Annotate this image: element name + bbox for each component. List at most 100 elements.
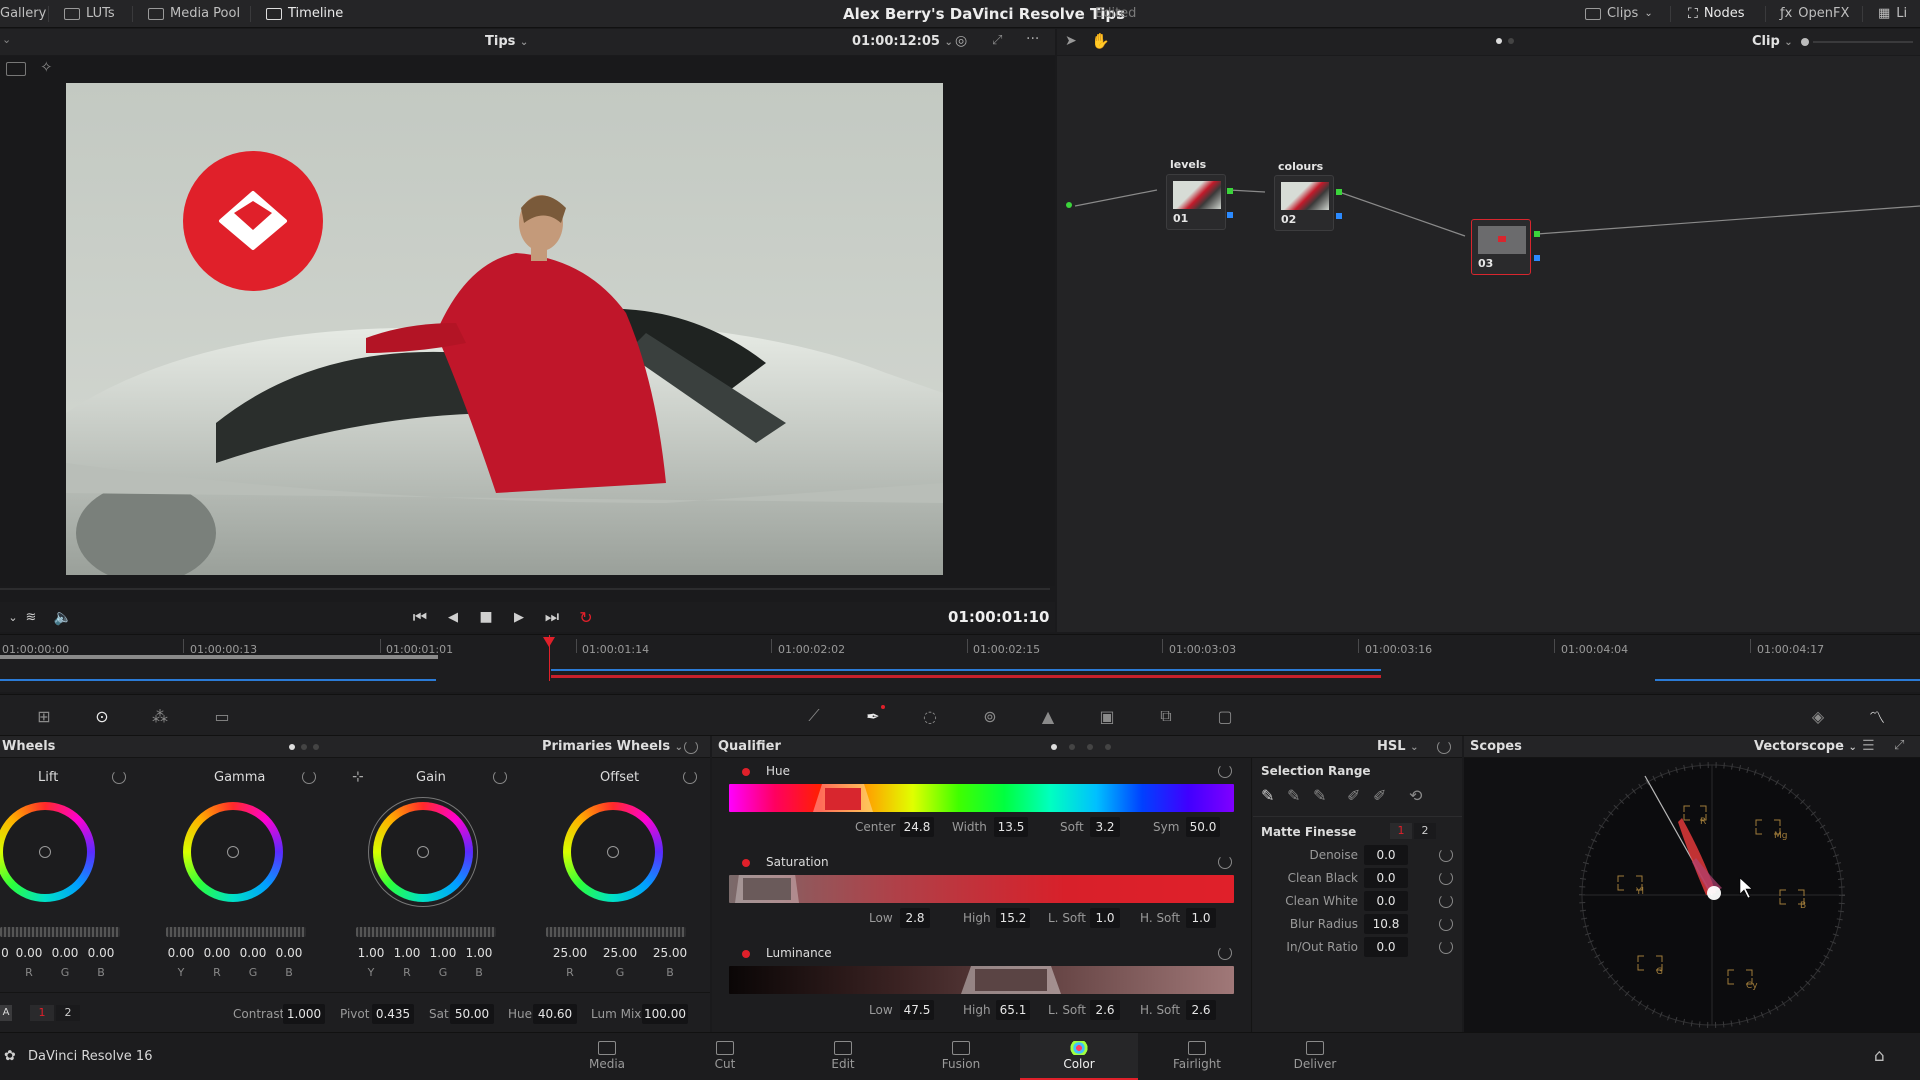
- reset-icon[interactable]: [683, 770, 697, 784]
- node-output-port[interactable]: [1336, 189, 1342, 195]
- node-key-port[interactable]: [1336, 213, 1342, 219]
- gain-master-wheel[interactable]: [356, 927, 496, 937]
- matte-finesse-page-1[interactable]: 1: [1390, 823, 1412, 839]
- crosshair-icon[interactable]: ⊹: [352, 769, 364, 785]
- saturation-lsoft-field[interactable]: 1.0: [1090, 908, 1120, 928]
- hue-width-field[interactable]: 13.5: [994, 817, 1028, 837]
- hue-soft-field[interactable]: 3.2: [1090, 817, 1120, 837]
- gain-value-g[interactable]: 1.00: [426, 946, 460, 960]
- keyframes-icon[interactable]: ◈: [1798, 695, 1838, 737]
- nodes-button[interactable]: ⛶ Nodes: [1688, 0, 1745, 28]
- matte-finesse-page-2[interactable]: 2: [1414, 823, 1436, 839]
- blur-radius-field[interactable]: 10.8: [1364, 914, 1408, 934]
- lum-mix-field[interactable]: 100.00: [642, 1004, 688, 1024]
- reset-icon[interactable]: [1439, 917, 1453, 931]
- gain-wheel[interactable]: [373, 802, 473, 902]
- sizing-icon[interactable]: ⧉: [1146, 695, 1186, 737]
- scope-settings-icon[interactable]: ☰: [1862, 738, 1875, 754]
- saturation-high-field[interactable]: 15.2: [996, 908, 1030, 928]
- magic-wand-icon[interactable]: ✧: [40, 58, 53, 76]
- page-tab-color[interactable]: Color: [1020, 1033, 1138, 1080]
- lift-value-r[interactable]: 0.00: [12, 946, 46, 960]
- luminance-lsoft-field[interactable]: 2.6: [1090, 1000, 1120, 1020]
- qualifier-mode-selector[interactable]: HSL ⌄: [1377, 739, 1418, 754]
- reset-icon[interactable]: [1218, 946, 1232, 960]
- node-output-port[interactable]: [1227, 188, 1233, 194]
- offset-value-b[interactable]: 25.00: [651, 946, 689, 960]
- more-options-icon[interactable]: ···: [1026, 31, 1039, 47]
- hue-sym-field[interactable]: 50.0: [1186, 817, 1220, 837]
- reset-icon[interactable]: [1439, 871, 1453, 885]
- gamma-value-b[interactable]: 0.00: [272, 946, 306, 960]
- 3d-icon[interactable]: ▢: [1205, 695, 1245, 737]
- gamma-value-g[interactable]: 0.00: [236, 946, 270, 960]
- clips-button[interactable]: Clips ⌄: [1585, 0, 1653, 28]
- pivot-field[interactable]: 0.435: [372, 1004, 414, 1024]
- page-1-button[interactable]: 1: [30, 1005, 54, 1021]
- hue-enable-toggle[interactable]: [742, 768, 750, 776]
- contrast-field[interactable]: 1.000: [283, 1004, 325, 1024]
- lift-value-b[interactable]: 0.00: [84, 946, 118, 960]
- page-tab-deliver[interactable]: Deliver: [1256, 1033, 1374, 1080]
- page-tab-fairlight[interactable]: Fairlight: [1138, 1033, 1256, 1080]
- page-a-button[interactable]: A: [0, 1005, 12, 1021]
- speaker-icon[interactable]: 🔈: [50, 602, 76, 632]
- reset-icon[interactable]: [1439, 848, 1453, 862]
- page-tab-edit[interactable]: Edit: [784, 1033, 902, 1080]
- saturation-range-bar[interactable]: [729, 875, 1234, 903]
- go-to-end-icon[interactable]: ⏭: [539, 602, 565, 632]
- tracker-icon[interactable]: ⊚: [970, 695, 1010, 737]
- chevron-down-icon[interactable]: ⌄: [2, 33, 11, 46]
- layers-icon[interactable]: ≋: [18, 602, 44, 632]
- gamma-value-y[interactable]: 0.00: [164, 946, 198, 960]
- reset-icon[interactable]: [1439, 894, 1453, 908]
- node-key-port[interactable]: [1534, 255, 1540, 261]
- picker-plus-icon[interactable]: ✎: [1313, 786, 1326, 805]
- offset-value-g[interactable]: 25.00: [601, 946, 639, 960]
- home-icon[interactable]: ⌂: [1874, 1046, 1885, 1066]
- lift-value-g[interactable]: 0.00: [48, 946, 82, 960]
- hue-field[interactable]: 40.60: [533, 1004, 577, 1024]
- gamma-value-r[interactable]: 0.00: [200, 946, 234, 960]
- page-tab-media[interactable]: Media: [548, 1033, 666, 1080]
- rgb-mixer-icon[interactable]: ⁂: [140, 695, 180, 737]
- reset-icon[interactable]: [1218, 855, 1232, 869]
- zoom-slider-track[interactable]: [1813, 41, 1913, 43]
- hue-range-bar[interactable]: [729, 784, 1234, 812]
- color-wheels-icon[interactable]: ⊙: [82, 695, 122, 737]
- lift-master-wheel[interactable]: [0, 927, 120, 937]
- lightbox-button[interactable]: ▦ Li: [1878, 0, 1907, 28]
- offset-wheel[interactable]: [563, 802, 663, 902]
- go-to-start-icon[interactable]: ⏮: [407, 602, 433, 632]
- gamma-wheel[interactable]: [183, 802, 283, 902]
- node-key-port[interactable]: [1227, 212, 1233, 218]
- viewer-scrubber[interactable]: [0, 588, 1050, 590]
- clean-black-field[interactable]: 0.0: [1364, 868, 1408, 888]
- blur-icon[interactable]: ▲: [1028, 695, 1068, 737]
- gamma-master-wheel[interactable]: [166, 927, 306, 937]
- wheel-center-handle[interactable]: [39, 846, 51, 858]
- vectorscope[interactable]: R Mg B Cy G Yl: [1464, 758, 1920, 1032]
- media-pool-button[interactable]: Media Pool: [148, 0, 240, 28]
- node-output-port[interactable]: [1534, 231, 1540, 237]
- denoise-field[interactable]: 0.0: [1364, 845, 1408, 865]
- gallery-button[interactable]: Gallery: [0, 0, 46, 28]
- picker-icon[interactable]: ✎: [1261, 786, 1274, 805]
- key-icon[interactable]: ▣: [1087, 695, 1127, 737]
- offset-master-wheel[interactable]: [546, 927, 686, 937]
- node-editor[interactable]: levels 01 colours 02 03: [1057, 56, 1920, 632]
- wheel-center-handle[interactable]: [417, 846, 429, 858]
- expand-icon[interactable]: ⤢: [1894, 738, 1904, 753]
- page-2-button[interactable]: 2: [56, 1005, 80, 1021]
- play-reverse-icon[interactable]: ◀: [440, 602, 466, 632]
- hand-icon[interactable]: ✋: [1091, 32, 1110, 50]
- reset-icon[interactable]: [684, 740, 698, 754]
- playhead-marker[interactable]: [543, 637, 555, 647]
- loop-icon[interactable]: ↻: [573, 602, 599, 632]
- timecode-display[interactable]: 01:00:12:05 ⌄: [852, 34, 953, 49]
- scope-type-selector[interactable]: Vectorscope ⌄: [1754, 739, 1857, 754]
- node-01[interactable]: 01: [1166, 174, 1226, 230]
- picker-minus-icon[interactable]: ✎: [1287, 786, 1300, 805]
- slider-handle[interactable]: [1801, 38, 1809, 46]
- page-tab-cut[interactable]: Cut: [666, 1033, 784, 1080]
